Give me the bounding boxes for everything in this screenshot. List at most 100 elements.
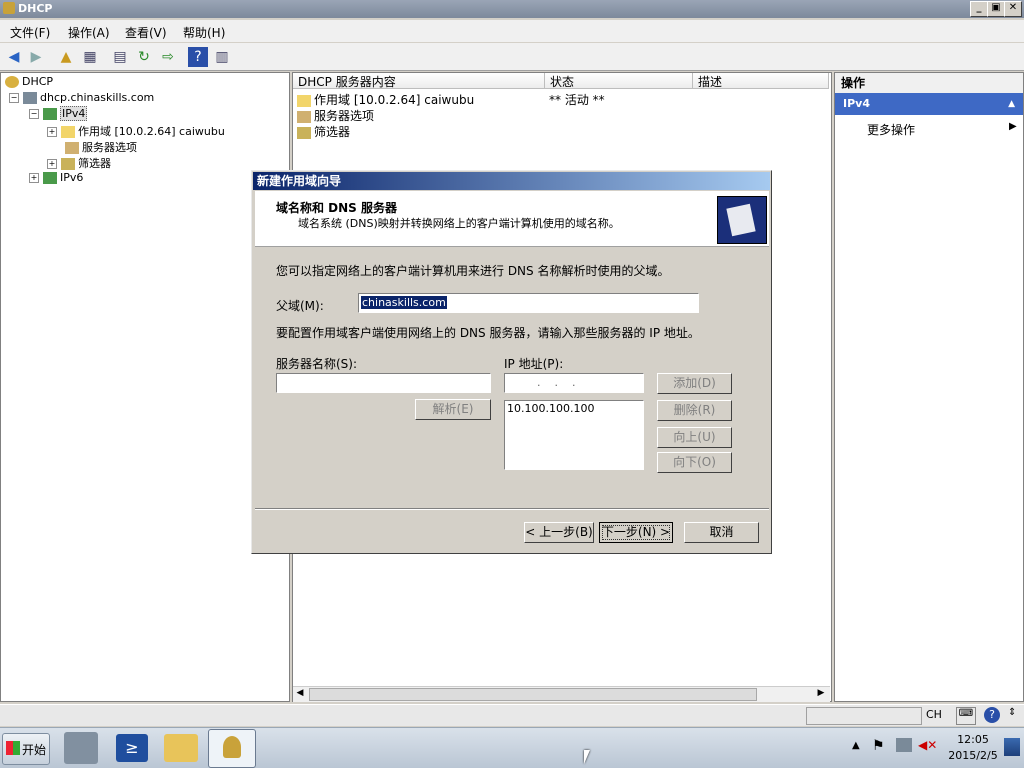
submenu-arrow-icon: ▶: [1009, 121, 1017, 132]
scroll-left-icon[interactable]: ◀: [293, 688, 307, 701]
menu-help[interactable]: 帮助(H): [183, 24, 225, 41]
tree-label: 作用域 [10.0.2.64] caiwubu: [78, 125, 225, 138]
expand-icon[interactable]: +: [47, 127, 57, 137]
dns-ip-list[interactable]: 10.100.100.100: [504, 400, 644, 470]
export-icon[interactable]: ⇨: [158, 47, 178, 67]
collapse-icon[interactable]: −: [29, 109, 39, 119]
network-icon[interactable]: [896, 738, 912, 752]
resolve-button[interactable]: 解析(E): [415, 399, 491, 420]
row-name: 作用域 [10.0.2.64] caiwubu: [314, 93, 475, 107]
dialog-title: 新建作用域向导: [253, 172, 770, 190]
back-button[interactable]: < 上一步(B): [524, 522, 594, 543]
row-name: 服务器选项: [314, 109, 375, 123]
action-center-flag-icon[interactable]: ⚑: [872, 738, 885, 754]
menu-file[interactable]: 文件(F): [10, 24, 50, 41]
wizard-folder-icon: [717, 196, 767, 244]
remove-button[interactable]: 删除(R): [657, 400, 732, 421]
column-header-status[interactable]: 状态: [545, 73, 693, 89]
list-item[interactable]: 服务器选项: [297, 107, 374, 123]
server-options-icon: [65, 142, 79, 154]
forward-arrow-icon[interactable]: ▶: [26, 47, 46, 67]
dhcp-taskbar-button[interactable]: [208, 729, 256, 768]
menu-view[interactable]: 查看(V): [125, 24, 167, 41]
menu-action[interactable]: 操作(A): [68, 24, 110, 41]
show-desktop-icon[interactable]: [1004, 738, 1020, 756]
expand-icon[interactable]: +: [47, 159, 57, 169]
start-button[interactable]: 开始: [2, 733, 50, 765]
tree-label: DHCP: [22, 75, 54, 88]
ip-address-label: IP 地址(P):: [504, 357, 564, 371]
expand-icon[interactable]: +: [29, 173, 39, 183]
server-manager-icon[interactable]: [64, 732, 98, 764]
collapse-up-icon[interactable]: ▲: [1008, 93, 1015, 115]
dhcp-app-icon: [3, 2, 15, 14]
show-tree-icon[interactable]: ▦: [80, 47, 100, 67]
clock-time[interactable]: 12:05: [948, 733, 998, 746]
dhcp-trophy-icon: [5, 76, 19, 88]
step-subtitle: 域名系统 (DNS)映射并转换网络上的客户端计算机使用的域名称。: [298, 217, 620, 230]
maximize-button[interactable]: ▣: [987, 1, 1005, 17]
toolbar: ◀ ▶ ▲ ▦ ▤ ↻ ⇨ ? ▥: [0, 43, 1024, 71]
minimize-button[interactable]: _: [970, 1, 988, 17]
more-actions-item[interactable]: 更多操作: [867, 121, 915, 138]
filter-icon: [61, 158, 75, 170]
server-name-input[interactable]: [276, 373, 491, 393]
tree-label: 筛选器: [78, 157, 111, 170]
tree-item-ipv4[interactable]: − IPv4: [29, 106, 88, 123]
row-name: 筛选器: [314, 125, 351, 139]
taskbar: 开始 ≥ ▲ ⚑ ◀✕ 12:05 2015/2/5: [0, 727, 1024, 768]
tree-label: IPv4: [60, 106, 88, 121]
tree-item-scope[interactable]: + 作用域 [10.0.2.64] caiwubu: [47, 123, 225, 139]
back-arrow-icon[interactable]: ◀: [4, 47, 24, 67]
move-up-button[interactable]: 向上(U): [657, 427, 732, 448]
help-icon[interactable]: ?: [984, 707, 1000, 723]
explorer-folder-icon[interactable]: [164, 734, 198, 762]
clock-date[interactable]: 2015/2/5: [948, 749, 998, 762]
show-hidden-icons-icon[interactable]: ▲: [852, 740, 860, 751]
scrollbar-thumb[interactable]: [309, 688, 757, 701]
move-down-button[interactable]: 向下(O): [657, 452, 732, 473]
folder-icon: [297, 94, 311, 107]
list-item[interactable]: 作用域 [10.0.2.64] caiwubu ** 活动 **: [297, 91, 827, 107]
tree-label: dhcp.chinaskills.com: [40, 91, 155, 104]
tree-item-server[interactable]: − dhcp.chinaskills.com: [9, 91, 154, 107]
ip-address-input[interactable]: . . .: [504, 373, 644, 393]
server-name-label: 服务器名称(S):: [276, 357, 358, 371]
up-folder-icon[interactable]: ▲: [56, 47, 76, 67]
actions-title: 操作: [835, 73, 1023, 93]
ip-separator-dots: . . .: [537, 376, 576, 389]
tree-item-dhcp[interactable]: DHCP: [5, 75, 53, 91]
properties-icon[interactable]: ▤: [110, 47, 130, 67]
powershell-icon[interactable]: ≥: [116, 734, 148, 762]
tree-item-filters[interactable]: + 筛选器: [47, 155, 111, 171]
server-options-icon: [297, 110, 311, 123]
list-item[interactable]: 筛选器: [297, 123, 350, 139]
tree-label: IPv6: [60, 171, 84, 184]
column-header-content[interactable]: DHCP 服务器内容: [293, 73, 545, 89]
keyboard-icon[interactable]: ⌨: [956, 707, 976, 725]
cancel-button[interactable]: 取消: [684, 522, 759, 543]
options-arrow-icon[interactable]: ⇕: [1008, 707, 1016, 718]
list-item[interactable]: 10.100.100.100: [507, 402, 594, 415]
tree-item-server-options[interactable]: 服务器选项: [65, 139, 137, 155]
parent-domain-input[interactable]: chinaskills.com: [358, 293, 699, 313]
volume-muted-icon[interactable]: ◀✕: [918, 738, 937, 752]
status-panel: [806, 707, 922, 725]
help-icon[interactable]: ?: [188, 47, 208, 67]
horizontal-scrollbar[interactable]: ◀ ▶: [293, 686, 830, 702]
refresh-icon[interactable]: ↻: [134, 47, 154, 67]
column-header-description[interactable]: 描述: [693, 73, 829, 89]
close-button[interactable]: ✕: [1004, 1, 1022, 17]
parent-domain-value: chinaskills.com: [361, 296, 447, 309]
tree-item-ipv6[interactable]: + IPv6: [29, 171, 83, 187]
show-action-pane-icon[interactable]: ▥: [212, 47, 232, 67]
dialog-separator: [255, 508, 769, 510]
collapse-icon[interactable]: −: [9, 93, 19, 103]
server-icon: [23, 92, 37, 104]
actions-ipv4-header[interactable]: IPv4 ▲: [835, 93, 1023, 115]
add-button[interactable]: 添加(D): [657, 373, 732, 394]
scroll-right-icon[interactable]: ▶: [814, 688, 828, 701]
input-language-indicator[interactable]: CH: [926, 708, 942, 721]
next-button[interactable]: 下一步(N) >: [599, 522, 673, 543]
start-label: 开始: [22, 743, 47, 757]
